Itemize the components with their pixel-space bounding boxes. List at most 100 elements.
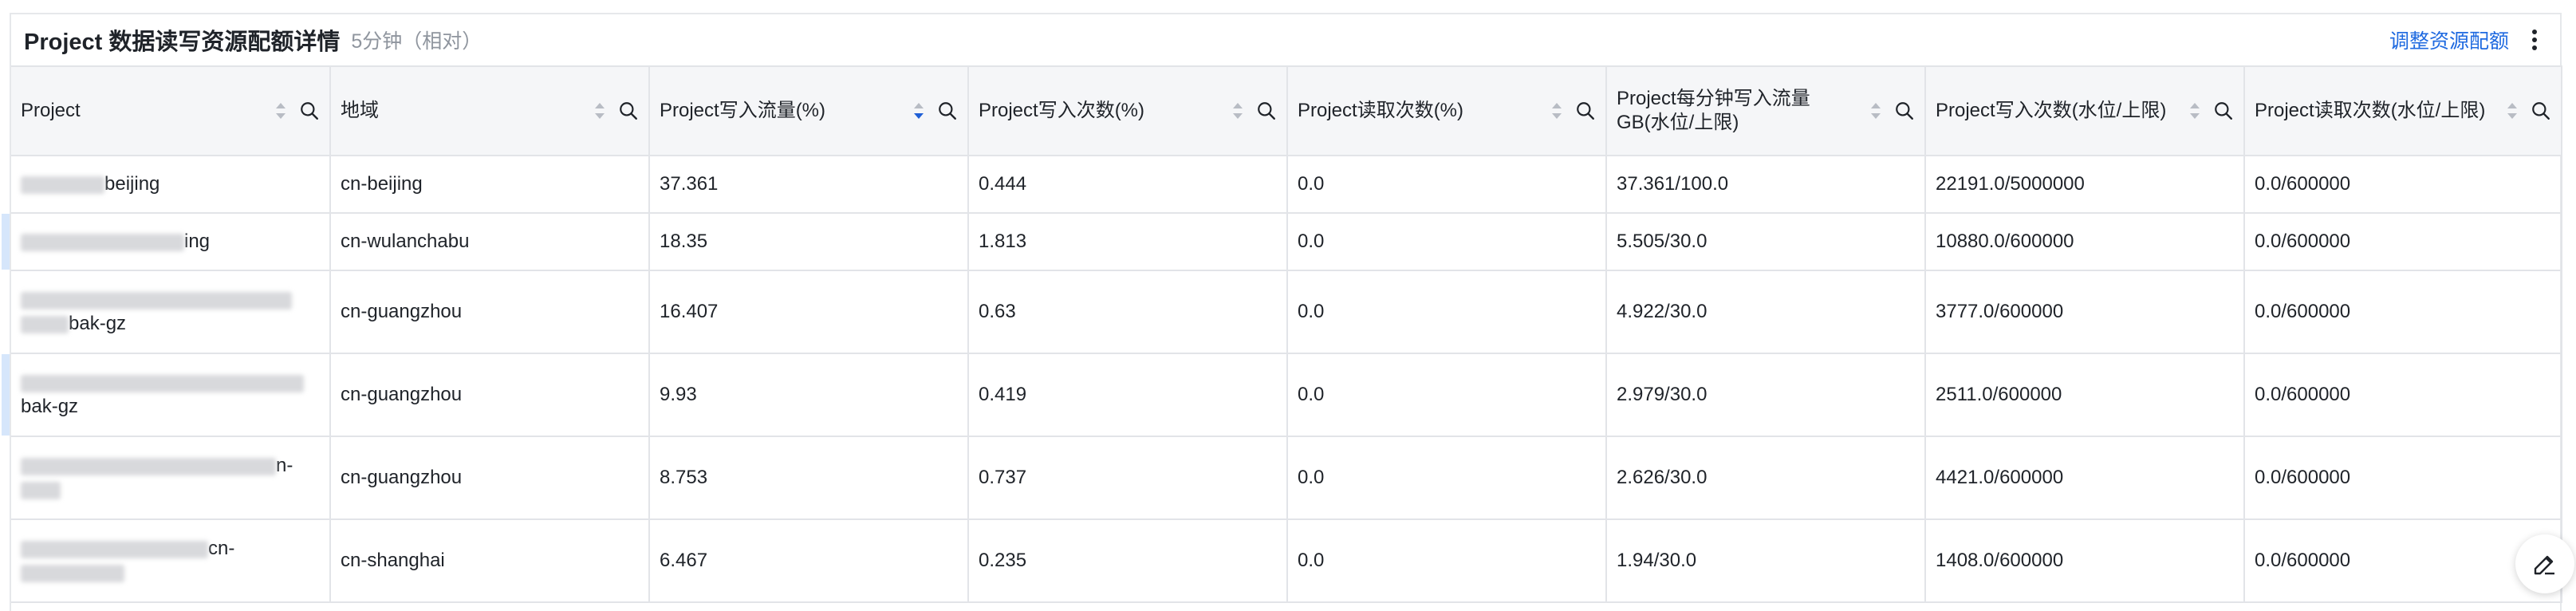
region-cell: cn-guangzhou bbox=[329, 436, 650, 520]
write-traffic-cell: 8.753 bbox=[648, 436, 969, 520]
column-header[interactable]: 地域 bbox=[329, 65, 650, 156]
sort-icon[interactable] bbox=[1229, 99, 1247, 123]
region-cell: cn-guangzhou bbox=[329, 270, 650, 354]
write-quota-cell: 2511.0/600000 bbox=[1924, 353, 2245, 437]
table-row[interactable]: bak-gz cn-guangzhou 9.93 0.419 0.0 2.979/30.0… bbox=[2, 353, 2562, 437]
write-count-cell: 0.419 bbox=[967, 353, 1288, 437]
redacted-text bbox=[21, 457, 276, 475]
project-name-text: n- bbox=[276, 455, 293, 476]
project-name-cell[interactable]: cn- bbox=[11, 518, 331, 603]
redacted-text bbox=[21, 481, 61, 499]
column-header[interactable]: Project读取次数(%) bbox=[1286, 65, 1607, 156]
quota-table: Project 地域 Project写入流量(%) Project写入次数(%) Pro… bbox=[2, 65, 2562, 603]
read-count-cell: 0.0 bbox=[1286, 353, 1607, 437]
panel-header: Project 数据读写资源配额详情 5分钟（相对） 调整资源配额 bbox=[11, 14, 2560, 65]
read-count-cell: 0.0 bbox=[1286, 155, 1607, 214]
column-header-label: Project写入次数(%) bbox=[979, 100, 1145, 121]
search-icon[interactable] bbox=[2531, 101, 2551, 121]
redacted-text bbox=[21, 315, 69, 333]
write-count-cell: 0.444 bbox=[967, 155, 1288, 214]
table-row[interactable]: beijing cn-beijing 37.361 0.444 0.0 37.361/10… bbox=[11, 155, 2562, 214]
search-icon[interactable] bbox=[2213, 101, 2234, 121]
region-cell: cn-shanghai bbox=[329, 518, 650, 603]
read-quota-cell: 0.0/600000 bbox=[2243, 353, 2562, 437]
column-header[interactable]: Project写入次数(水位/上限) bbox=[1924, 65, 2245, 156]
sort-icon[interactable] bbox=[1867, 99, 1885, 123]
search-icon[interactable] bbox=[299, 101, 320, 121]
adjust-quota-link[interactable]: 调整资源配额 bbox=[2389, 26, 2509, 54]
search-icon[interactable] bbox=[618, 101, 639, 121]
sort-icon[interactable] bbox=[272, 99, 290, 123]
search-icon[interactable] bbox=[937, 101, 958, 121]
project-name-text: beijing bbox=[104, 173, 160, 195]
column-header[interactable]: Project写入流量(%) bbox=[648, 65, 969, 156]
write-quota-cell: 4421.0/600000 bbox=[1924, 436, 2245, 520]
write-count-cell: 0.737 bbox=[967, 436, 1288, 520]
read-count-cell: 0.0 bbox=[1286, 436, 1607, 520]
table-row[interactable]: cn-cn-shanghai 6.467 0.235 0.0 1.94/30.0 1408… bbox=[11, 518, 2562, 603]
write-quota-cell: 10880.0/600000 bbox=[1924, 212, 2245, 271]
table-row[interactable]: n-cn-guangzhou 8.753 0.737 0.0 2.626/30.0 442… bbox=[11, 436, 2562, 520]
gb-per-min-cell: 2.979/30.0 bbox=[1605, 353, 1926, 437]
pencil-icon bbox=[2534, 555, 2554, 575]
column-header-label: Project写入流量(%) bbox=[660, 100, 826, 121]
table-row[interactable]: ing cn-wulanchabu 18.35 1.813 0.0 5.505/30.0 1… bbox=[2, 212, 2562, 271]
read-count-cell: 0.0 bbox=[1286, 212, 1607, 271]
redacted-text bbox=[21, 233, 184, 251]
project-name-cell[interactable]: ing bbox=[2, 212, 331, 271]
column-header-label: Project bbox=[21, 100, 81, 121]
column-header[interactable]: Project写入次数(%) bbox=[967, 65, 1288, 156]
project-name-cell[interactable]: bak-gz bbox=[11, 270, 331, 354]
more-options-icon[interactable] bbox=[2522, 24, 2547, 56]
read-quota-cell: 0.0/600000 bbox=[2243, 155, 2562, 214]
table-row[interactable]: bak-gz cn-guangzhou 16.407 0.63 0.0 4.922/30.… bbox=[11, 270, 2562, 354]
write-traffic-cell: 18.35 bbox=[648, 212, 969, 271]
row-highlight bbox=[2, 214, 10, 270]
gb-per-min-cell: 4.922/30.0 bbox=[1605, 270, 1926, 354]
read-count-cell: 0.0 bbox=[1286, 270, 1607, 354]
sort-icon[interactable] bbox=[591, 99, 609, 123]
gb-per-min-cell: 1.94/30.0 bbox=[1605, 518, 1926, 603]
write-count-cell: 0.235 bbox=[967, 518, 1288, 603]
project-name-text: ing bbox=[184, 231, 211, 252]
project-name-cell[interactable]: beijing bbox=[11, 155, 331, 214]
read-quota-cell: 0.0/600000 bbox=[2243, 212, 2562, 271]
sort-icon[interactable] bbox=[2503, 99, 2521, 123]
read-quota-cell: 0.0/600000 bbox=[2243, 518, 2562, 603]
column-header[interactable]: Project每分钟写入流量GB(水位/上限) bbox=[1605, 65, 1926, 156]
time-range-label: 5分钟（相对） bbox=[351, 30, 483, 53]
panel-title: Project 数据读写资源配额详情 bbox=[24, 30, 341, 55]
sort-icon[interactable] bbox=[2186, 99, 2204, 123]
row-highlight bbox=[2, 354, 10, 436]
write-traffic-cell: 16.407 bbox=[648, 270, 969, 354]
write-count-cell: 0.63 bbox=[967, 270, 1288, 354]
redacted-text bbox=[21, 291, 292, 309]
search-icon[interactable] bbox=[1575, 101, 1596, 121]
column-header-label: Project写入次数(水位/上限) bbox=[1936, 100, 2167, 121]
column-header-label: Project读取次数(水位/上限) bbox=[2255, 100, 2486, 121]
project-name-cell[interactable]: bak-gz bbox=[2, 353, 331, 437]
search-icon[interactable] bbox=[1894, 101, 1915, 121]
quota-detail-panel: Project 数据读写资源配额详情 5分钟（相对） 调整资源配额 Projec… bbox=[2, 13, 2562, 611]
edit-button[interactable] bbox=[2515, 534, 2574, 593]
gb-per-min-cell: 5.505/30.0 bbox=[1605, 212, 1926, 271]
project-name-text: cn- bbox=[208, 538, 235, 559]
gb-per-min-cell: 37.361/100.0 bbox=[1605, 155, 1926, 214]
read-count-cell: 0.0 bbox=[1286, 518, 1607, 603]
sort-icon[interactable] bbox=[910, 99, 928, 123]
column-header[interactable]: Project读取次数(水位/上限) bbox=[2243, 65, 2562, 156]
redacted-text bbox=[21, 374, 304, 392]
project-name-cell[interactable]: n- bbox=[11, 436, 331, 520]
search-icon[interactable] bbox=[1256, 101, 1277, 121]
write-quota-cell: 22191.0/5000000 bbox=[1924, 155, 2245, 214]
project-name-text: bak-gz bbox=[21, 396, 79, 417]
column-header-label: Project读取次数(%) bbox=[1298, 100, 1464, 121]
read-quota-cell: 0.0/600000 bbox=[2243, 436, 2562, 520]
redacted-text bbox=[21, 540, 208, 558]
project-name-text: bak-gz bbox=[69, 313, 127, 334]
column-header[interactable]: Project bbox=[11, 65, 331, 156]
write-traffic-cell: 6.467 bbox=[648, 518, 969, 603]
region-cell: cn-guangzhou bbox=[329, 353, 650, 437]
sort-icon[interactable] bbox=[1548, 99, 1566, 123]
region-cell: cn-wulanchabu bbox=[329, 212, 650, 271]
